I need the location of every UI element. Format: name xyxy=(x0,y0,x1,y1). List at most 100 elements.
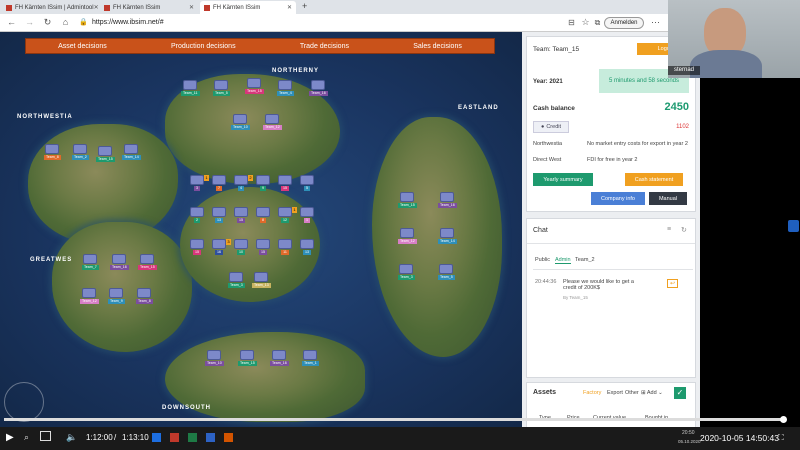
factory-marker[interactable]: 15 xyxy=(234,207,248,223)
factory-marker[interactable]: Team_15 xyxy=(398,192,417,208)
reload-icon[interactable]: ↻ xyxy=(42,17,53,28)
manual-button[interactable]: Manual xyxy=(649,192,687,205)
assets-tab-export[interactable]: Export xyxy=(607,390,623,396)
browser-tab-admintool[interactable]: FH Kärnten ISsim | Admintool ✕ xyxy=(2,1,98,14)
factory-marker[interactable]: Team_16 xyxy=(110,254,129,270)
side-app-icon[interactable] xyxy=(788,220,799,232)
factory-marker[interactable]: Team_9 xyxy=(108,288,125,304)
search-icon[interactable]: ⌕ xyxy=(24,432,29,443)
factory-marker[interactable]: Team_10 xyxy=(231,114,250,130)
browser-tab-issim-1[interactable]: FH Kärnten ISsim ✕ xyxy=(100,1,198,14)
factory-marker[interactable]: Team_7 xyxy=(82,254,99,270)
taskbar-app-icon[interactable] xyxy=(224,433,233,442)
chat-tab-public[interactable]: Public xyxy=(535,257,550,263)
taskbar-app-icon[interactable] xyxy=(170,433,179,442)
factory-marker[interactable]: Team_1 xyxy=(302,350,319,366)
factory-marker[interactable]: Team_12 xyxy=(80,288,99,304)
factory-marker[interactable]: 11 xyxy=(278,239,292,255)
factory-marker[interactable]: Team_3 xyxy=(228,272,245,288)
home-icon[interactable]: ⌂ xyxy=(60,17,71,28)
factory-marker[interactable]: Team_14 xyxy=(438,228,457,244)
new-tab-icon[interactable]: + xyxy=(302,1,307,11)
factory-marker[interactable]: Team_12 xyxy=(398,228,417,244)
factory-marker[interactable]: 4 xyxy=(234,175,248,191)
close-icon[interactable]: ✕ xyxy=(287,4,292,11)
factory-marker[interactable]: 2 xyxy=(190,207,204,223)
factory-marker[interactable]: 3 xyxy=(190,175,204,191)
factory-marker[interactable]: Team_8 xyxy=(136,288,153,304)
factory-marker[interactable]: Team_5 xyxy=(438,264,455,280)
factory-marker[interactable]: 15 xyxy=(256,239,270,255)
credit-button[interactable]: ● Credit xyxy=(533,121,569,133)
reply-icon[interactable]: ↩ xyxy=(667,279,678,288)
seek-handle[interactable] xyxy=(780,416,787,423)
company-info-button[interactable]: Company info xyxy=(591,192,645,205)
cash-statement-button[interactable]: Cash statement xyxy=(625,173,683,186)
factory-marker[interactable]: Team_10 xyxy=(205,350,224,366)
volume-icon[interactable]: 🔈 xyxy=(66,432,77,443)
menu-sales-decisions[interactable]: Sales decisions xyxy=(413,43,462,50)
fullscreen-icon[interactable]: ⛶ xyxy=(778,433,784,443)
factory-marker[interactable]: 15 xyxy=(190,239,204,255)
factory-marker[interactable]: 9 xyxy=(256,175,270,191)
more-menu-icon[interactable]: ⋯ xyxy=(650,17,661,28)
factory-marker[interactable]: Team_15 xyxy=(138,254,157,270)
factory-marker[interactable]: Team_15 xyxy=(245,78,264,94)
factory-marker[interactable]: 13 xyxy=(212,207,226,223)
factory-marker[interactable]: Team_8 xyxy=(44,144,61,160)
collections-icon[interactable]: ⧉ xyxy=(592,17,603,28)
factory-marker[interactable]: 7 xyxy=(212,175,226,191)
factory-marker[interactable]: Team_3 xyxy=(398,264,415,280)
factory-marker[interactable]: 8 xyxy=(256,207,270,223)
factory-marker[interactable]: 10 xyxy=(234,239,248,255)
factory-marker[interactable]: 5 xyxy=(300,175,314,191)
factory-marker[interactable]: Team_12 xyxy=(263,114,282,130)
browser-tab-issim-active[interactable]: FH Kärnten ISsim ✕ xyxy=(200,1,296,14)
factory-marker[interactable]: Team_2 xyxy=(72,144,89,160)
site-favicon-icon xyxy=(6,4,12,11)
chat-settings-icon[interactable]: ≡ xyxy=(667,226,671,233)
confirm-check-icon[interactable]: ✓ xyxy=(674,387,686,399)
assets-tab-other[interactable]: Other xyxy=(625,390,639,396)
close-icon[interactable]: ✕ xyxy=(189,4,194,11)
yearly-summary-button[interactable]: Yearly summary xyxy=(533,173,593,186)
unit-label: 1 xyxy=(304,218,310,223)
factory-marker[interactable]: Team_16 xyxy=(270,350,289,366)
region-label-northwestia: NORTHWESTIA xyxy=(17,114,73,120)
chat-tab-team-2[interactable]: Team_2 xyxy=(575,257,595,263)
chat-tab-admin[interactable]: Admin xyxy=(555,257,571,264)
factory-marker[interactable]: Team_11 xyxy=(181,80,200,96)
close-icon[interactable]: ✕ xyxy=(94,4,98,11)
factory-marker[interactable]: 16 xyxy=(212,239,226,255)
play-icon[interactable]: ▶ xyxy=(6,432,14,443)
assets-add-dropdown[interactable]: ⊞ Add ⌄ xyxy=(641,390,663,396)
menu-asset-decisions[interactable]: Asset decisions xyxy=(58,43,107,50)
factory-marker[interactable]: Team_5 xyxy=(213,80,230,96)
menu-trade-decisions[interactable]: Trade decisions xyxy=(300,43,349,50)
task-view-icon[interactable] xyxy=(40,431,51,441)
url-field[interactable]: https://www.ibsim.net/# xyxy=(92,17,562,29)
factory-marker[interactable]: Team_16 xyxy=(309,80,328,96)
taskbar-app-icon[interactable] xyxy=(152,433,161,442)
assets-tab-factory[interactable]: Factory xyxy=(583,390,601,396)
menu-production-decisions[interactable]: Production decisions xyxy=(171,43,236,50)
factory-marker[interactable]: Team_13 xyxy=(252,272,271,288)
taskbar-app-icon[interactable] xyxy=(188,433,197,442)
factory-marker[interactable]: 13 xyxy=(300,239,314,255)
factory-marker[interactable]: 1 xyxy=(300,207,314,223)
refresh-icon[interactable]: ↻ xyxy=(681,226,687,234)
factory-marker[interactable]: 15 xyxy=(278,175,292,191)
forward-arrow-icon[interactable]: → xyxy=(24,17,35,28)
factory-marker[interactable]: Team_16 xyxy=(438,192,457,208)
factory-marker[interactable]: Team_15 xyxy=(238,350,257,366)
taskbar-app-icon[interactable] xyxy=(206,433,215,442)
sign-in-button[interactable]: Anmelden xyxy=(604,17,644,29)
favorite-star-icon[interactable]: ☆ xyxy=(580,17,591,28)
reader-view-icon[interactable]: ⊟ xyxy=(566,17,577,28)
back-arrow-icon[interactable]: ← xyxy=(6,17,17,28)
video-seek-bar[interactable] xyxy=(4,418,784,421)
factory-marker[interactable]: Team_15 xyxy=(96,146,115,162)
factory-marker[interactable]: 12 xyxy=(278,207,292,223)
factory-marker[interactable]: Team_4 xyxy=(277,80,294,96)
factory-marker[interactable]: Team_14 xyxy=(122,144,141,160)
